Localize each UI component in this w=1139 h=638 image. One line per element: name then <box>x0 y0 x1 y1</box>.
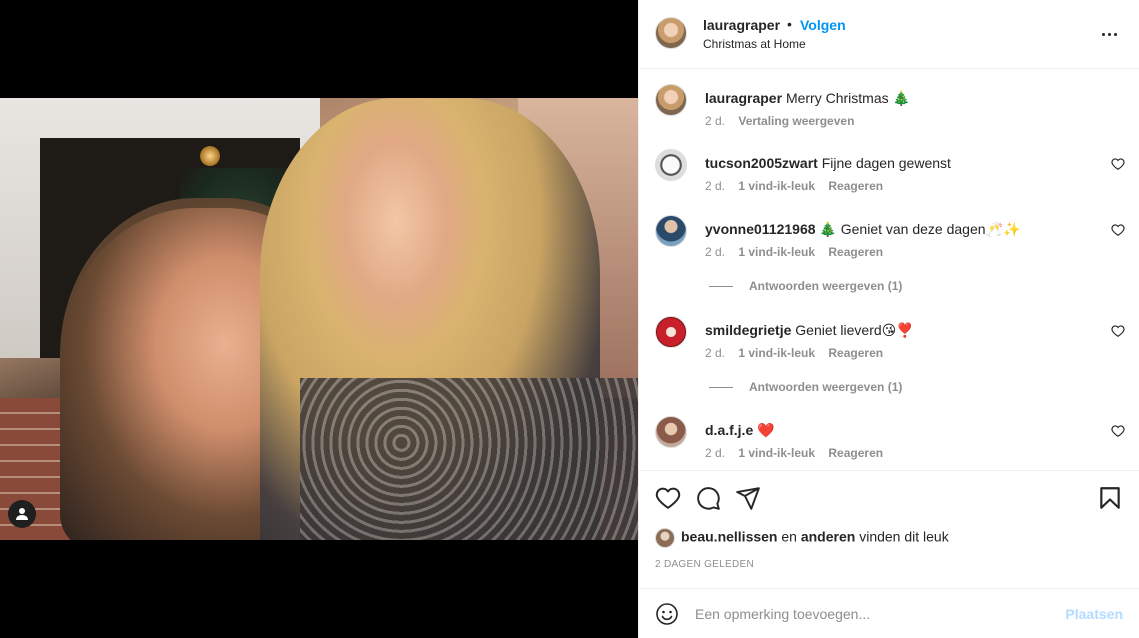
avatar[interactable] <box>655 84 687 116</box>
comment-meta: 2 d. 1 vind-ik-leuk Reageren <box>705 179 893 193</box>
comment-body: 🎄 Geniet van deze dagen🥂✨ <box>819 221 1021 237</box>
view-replies-button[interactable]: Antwoorden weergeven (1) <box>709 279 902 293</box>
avatar[interactable] <box>655 215 687 247</box>
follow-button[interactable]: Volgen <box>800 17 846 33</box>
action-bar <box>639 470 1139 524</box>
post-comment-button[interactable]: Plaatsen <box>1065 606 1123 622</box>
photo-light <box>200 146 220 166</box>
view-replies-label[interactable]: Antwoorden weergeven (1) <box>749 279 902 293</box>
comment-meta: 2 d. 1 vind-ik-leuk Reageren <box>705 446 893 460</box>
reply-button[interactable]: Reageren <box>828 346 883 360</box>
user-tag-icon[interactable] <box>8 500 36 528</box>
post-media <box>0 0 638 638</box>
comment-text: yvonne01121968 🎄 Geniet van deze dagen🥂✨ <box>705 221 1020 238</box>
comment-likes[interactable]: 1 vind-ik-leuk <box>738 179 815 193</box>
avatar[interactable] <box>655 316 687 348</box>
avatar[interactable] <box>655 528 675 548</box>
comment-text: tucson2005zwart Fijne dagen gewenst <box>705 155 951 171</box>
comment-icon[interactable] <box>695 485 721 511</box>
heart-icon[interactable] <box>1111 424 1125 438</box>
view-replies-label[interactable]: Antwoorden weergeven (1) <box>749 380 902 394</box>
avatar[interactable] <box>655 17 687 49</box>
likes-suffix: vinden dit leuk <box>859 528 949 545</box>
replies-divider <box>709 286 733 288</box>
caption-body: Merry Christmas 🎄 <box>785 90 910 106</box>
comment-body: Fijne dagen gewenst <box>821 155 951 171</box>
caption-meta: 2 d. Vertaling weergeven <box>705 114 864 128</box>
reply-button[interactable]: Reageren <box>828 245 883 259</box>
comment-likes[interactable]: 1 vind-ik-leuk <box>738 245 815 259</box>
post-photo[interactable] <box>0 98 638 540</box>
heart-icon[interactable] <box>1111 223 1125 237</box>
header-username[interactable]: lauragraper <box>703 17 780 33</box>
share-icon[interactable] <box>735 485 761 511</box>
comment-meta: 2 d. 1 vind-ik-leuk Reageren <box>705 346 893 360</box>
post-side-panel: lauragraper • Volgen Christmas at Home l… <box>638 0 1139 638</box>
replies-divider <box>709 387 733 389</box>
comment-age[interactable]: 2 d. <box>705 179 725 193</box>
view-replies-button[interactable]: Antwoorden weergeven (1) <box>709 380 902 394</box>
heart-icon[interactable] <box>1111 324 1125 338</box>
caption-username[interactable]: lauragraper <box>705 90 782 106</box>
caption-text: lauragraper Merry Christmas 🎄 <box>705 90 910 107</box>
avatar[interactable] <box>655 149 687 181</box>
comment-text: smildegrietje Geniet lieverd😘❣️ <box>705 322 914 339</box>
comment-username[interactable]: yvonne01121968 <box>705 221 816 237</box>
heart-icon[interactable] <box>1111 157 1125 171</box>
emoji-icon[interactable] <box>655 602 679 626</box>
comment-username[interactable]: tucson2005zwart <box>705 155 818 171</box>
liker-username[interactable]: beau.nellissen <box>681 529 777 545</box>
comment-age[interactable]: 2 d. <box>705 245 725 259</box>
comments-list[interactable]: lauragraper Merry Christmas 🎄 2 d. Verta… <box>639 70 1139 470</box>
likes-and: en <box>781 528 797 545</box>
comment-body: Geniet lieverd😘❣️ <box>795 322 914 338</box>
comment-likes[interactable]: 1 vind-ik-leuk <box>738 346 815 360</box>
likes-summary: beau.nellissen en anderen vinden dit leu… <box>655 528 949 548</box>
post-header: lauragraper • Volgen Christmas at Home <box>639 0 1139 69</box>
add-comment-bar: Plaatsen <box>639 588 1139 638</box>
post-timestamp[interactable]: 2 DAGEN GELEDEN <box>655 559 754 570</box>
comment-username[interactable]: smildegrietje <box>705 322 791 338</box>
comment-age[interactable]: 2 d. <box>705 446 725 460</box>
reply-button[interactable]: Reageren <box>828 446 883 460</box>
comment-input[interactable] <box>695 604 1055 624</box>
comment-text: d.a.f.j.e ❤️ <box>705 422 775 439</box>
photo-jacket <box>300 378 638 540</box>
location-link[interactable]: Christmas at Home <box>703 37 806 51</box>
reply-button[interactable]: Reageren <box>828 179 883 193</box>
header-separator: • <box>787 16 792 32</box>
more-icon[interactable] <box>1099 24 1119 44</box>
heart-icon[interactable] <box>655 485 681 511</box>
comment-body: ❤️ <box>757 422 775 438</box>
comment-likes[interactable]: 1 vind-ik-leuk <box>738 446 815 460</box>
comment-age[interactable]: 2 d. <box>705 346 725 360</box>
bookmark-icon[interactable] <box>1097 485 1123 511</box>
avatar[interactable] <box>655 416 687 448</box>
comment-meta: 2 d. 1 vind-ik-leuk Reageren <box>705 245 893 259</box>
translate-link[interactable]: Vertaling weergeven <box>738 114 854 128</box>
likes-others-link[interactable]: anderen <box>801 529 855 545</box>
comment-username[interactable]: d.a.f.j.e <box>705 422 753 438</box>
caption-age[interactable]: 2 d. <box>705 114 725 128</box>
instagram-post-modal: lauragraper • Volgen Christmas at Home l… <box>0 0 1139 638</box>
